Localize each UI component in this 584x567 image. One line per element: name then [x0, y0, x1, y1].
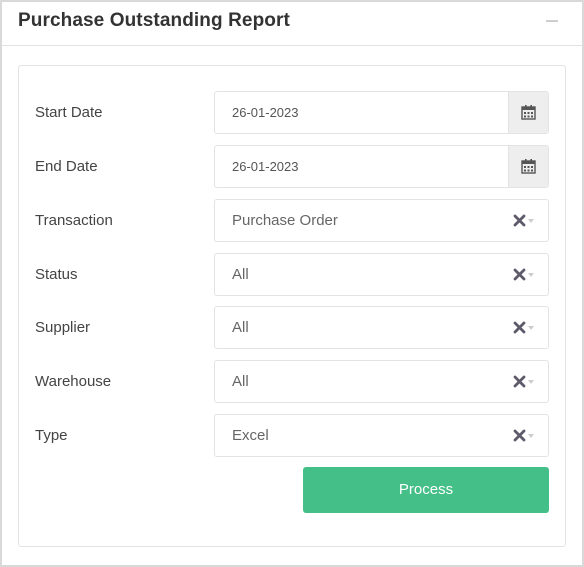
process-button[interactable]: Process [303, 467, 549, 513]
transaction-selected-value: Purchase Order [232, 212, 338, 229]
calendar-icon [521, 105, 536, 120]
supplier-label: Supplier [35, 319, 91, 336]
report-panel: Purchase Outstanding Report Start Date 2… [0, 0, 584, 567]
end-date-input[interactable] [215, 146, 509, 187]
start-date-group [214, 91, 549, 134]
transaction-select[interactable]: Purchase Order [214, 199, 549, 242]
type-label: Type [35, 427, 68, 444]
transaction-row: Transaction Purchase Order [19, 199, 565, 242]
clear-x-icon[interactable] [513, 321, 526, 334]
calendar-icon [521, 159, 536, 174]
supplier-select[interactable]: All [214, 306, 549, 349]
start-date-label: Start Date [35, 104, 103, 121]
page-title: Purchase Outstanding Report [18, 10, 290, 31]
chevron-down-icon [528, 434, 534, 438]
chevron-down-icon [528, 380, 534, 384]
start-date-calendar-button[interactable] [508, 92, 548, 133]
clear-x-icon[interactable] [513, 429, 526, 442]
start-date-row: Start Date [19, 91, 565, 134]
chevron-down-icon [528, 273, 534, 277]
transaction-label: Transaction [35, 212, 113, 229]
report-form: Start Date 26-01-2023 End Date 26-01-202… [18, 65, 566, 547]
warehouse-row: Warehouse All [19, 360, 565, 403]
status-row: Status All [19, 253, 565, 296]
clear-x-icon[interactable] [513, 214, 526, 227]
supplier-row: Supplier All [19, 306, 565, 349]
chevron-down-icon [528, 219, 534, 223]
supplier-selected-value: All [232, 319, 249, 336]
warehouse-select[interactable]: All [214, 360, 549, 403]
end-date-calendar-button[interactable] [508, 146, 548, 187]
type-row: Type Excel [19, 414, 565, 457]
warehouse-label: Warehouse [35, 373, 112, 390]
start-date-input[interactable] [215, 92, 509, 133]
status-select[interactable]: All [214, 253, 549, 296]
end-date-label: End Date [35, 158, 98, 175]
type-select[interactable]: Excel [214, 414, 549, 457]
status-selected-value: All [232, 266, 249, 283]
end-date-row: End Date [19, 145, 565, 188]
type-selected-value: Excel [232, 427, 269, 444]
clear-x-icon[interactable] [513, 268, 526, 281]
panel-header: Purchase Outstanding Report [2, 2, 582, 46]
status-label: Status [35, 266, 78, 283]
warehouse-selected-value: All [232, 373, 249, 390]
collapse-minus-icon[interactable] [546, 20, 558, 22]
chevron-down-icon [528, 326, 534, 330]
end-date-group [214, 145, 549, 188]
clear-x-icon[interactable] [513, 375, 526, 388]
